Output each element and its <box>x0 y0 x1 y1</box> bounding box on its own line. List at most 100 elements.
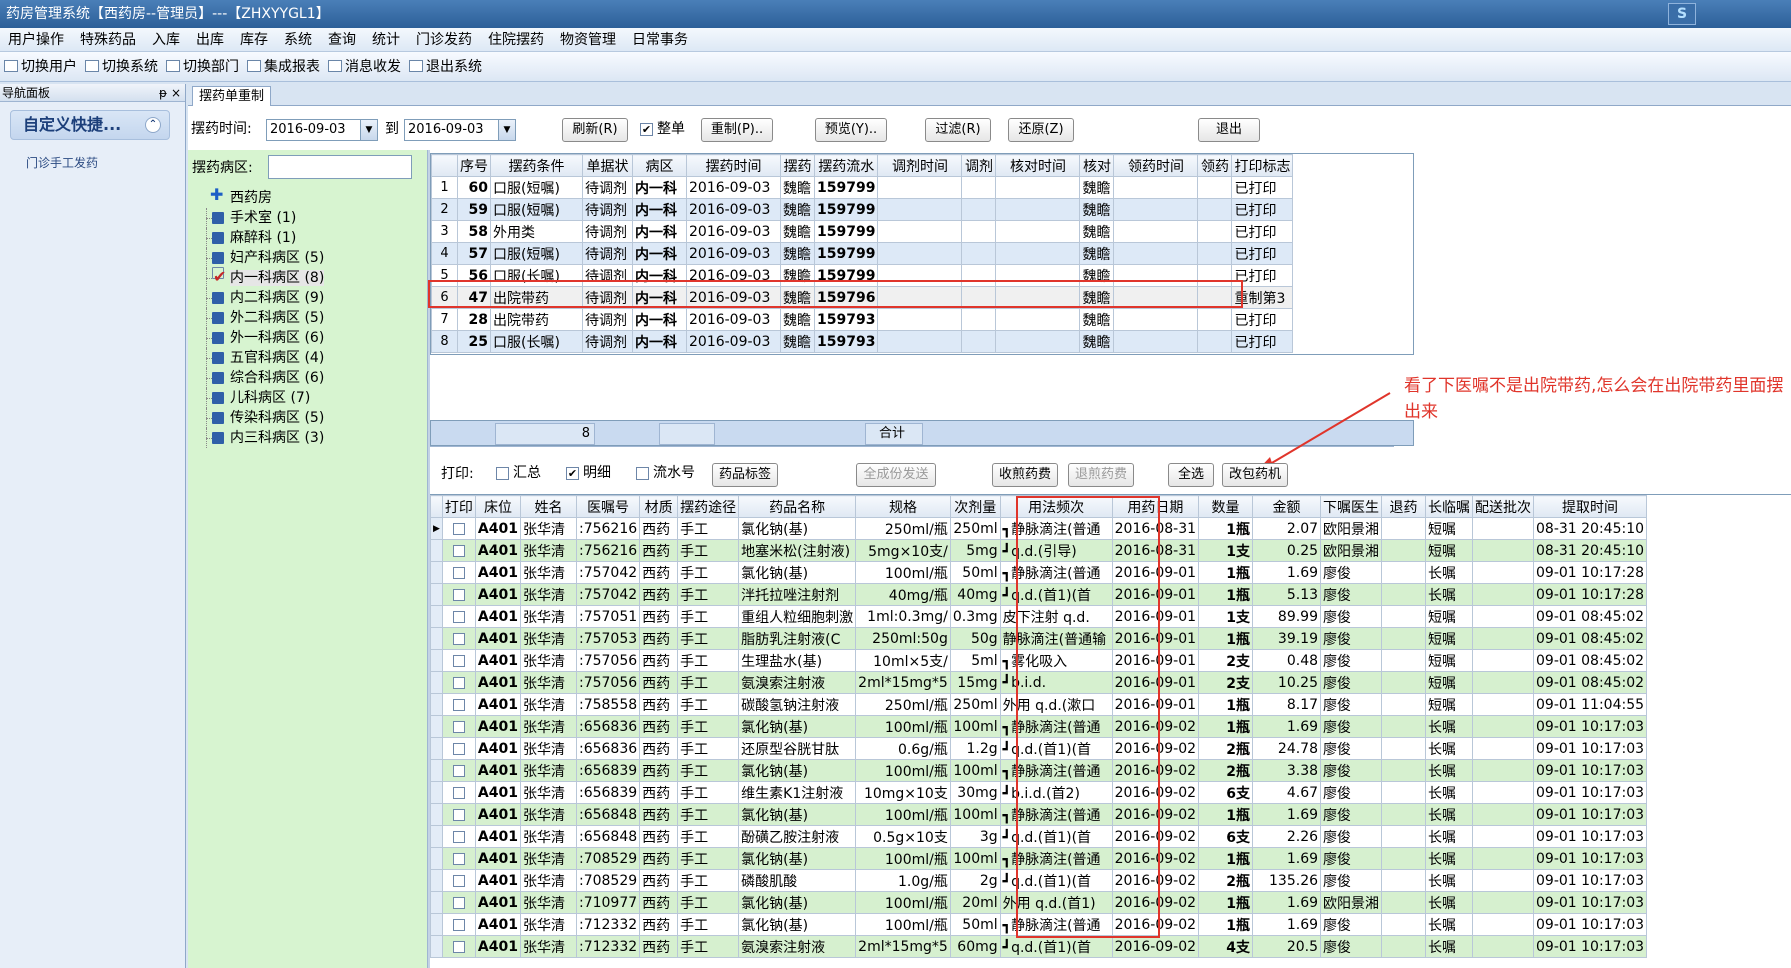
toolbar-item-5[interactable]: 退出系统 <box>405 52 486 82</box>
column-header[interactable]: 次剂量 <box>949 495 1001 518</box>
column-header[interactable]: 摆药流水 <box>813 154 879 177</box>
tree-item[interactable]: 综合科病区 (6) <box>194 368 424 388</box>
menu-item-2[interactable]: 入库 <box>144 28 188 52</box>
table-row[interactable]: A401 张华清:712332 西药 手工 氨溴索注射液 2ml*15mg*5 60mg ┛q… <box>430 935 1648 958</box>
tree-item[interactable]: 外二科病区 (5) <box>194 308 424 328</box>
drug-label-button[interactable]: 药品标签 <box>712 463 778 487</box>
nav-item-outpatient-dispense[interactable]: 门诊手工发药 <box>26 154 98 171</box>
column-header[interactable]: 调剂时间 <box>877 154 963 177</box>
quick-group-header[interactable]: 自定义快捷... ⌃ <box>10 110 170 140</box>
tree-item[interactable]: 儿科病区 (7) <box>194 388 424 408</box>
column-header[interactable]: 打印 <box>441 495 476 518</box>
menu-item-9[interactable]: 住院摆药 <box>480 28 552 52</box>
maximize-icon[interactable] <box>1729 5 1765 23</box>
column-header[interactable]: 长临嘱 <box>1425 495 1474 518</box>
menu-item-3[interactable]: 出库 <box>188 28 232 52</box>
column-header[interactable]: 核对 <box>1079 154 1115 177</box>
column-header[interactable]: 退药 <box>1381 495 1427 518</box>
menu-item-4[interactable]: 库存 <box>232 28 276 52</box>
filter-button[interactable]: 过滤(R) <box>925 118 991 142</box>
minimize-icon[interactable] <box>1693 5 1729 23</box>
remake-button[interactable]: 重制(P).. <box>701 118 773 142</box>
menu-item-7[interactable]: 统计 <box>364 28 408 52</box>
pin-icon[interactable]: ᵽ <box>159 84 167 102</box>
column-header[interactable]: 打印标志 <box>1231 154 1294 177</box>
chevron-down-icon[interactable]: ▼ <box>498 120 515 140</box>
tree-item[interactable]: 传染科病区 (5) <box>194 408 424 428</box>
column-header[interactable]: 床位 <box>474 495 521 518</box>
menu-item-10[interactable]: 物资管理 <box>552 28 624 52</box>
whole-order-checkbox[interactable]: ✔ <box>640 123 653 136</box>
table-row[interactable]: 7 28 出院带药 待调剂 内一科 2016-09-03 魏瞻 159793 魏瞻 已打印 <box>431 308 1294 331</box>
date-to-picker[interactable]: 2016-09-03 ▼ <box>404 119 516 141</box>
column-header[interactable]: 调剂 <box>961 154 997 177</box>
menu-item-6[interactable]: 查询 <box>320 28 364 52</box>
close-icon[interactable]: × <box>171 84 181 102</box>
column-header[interactable]: 摆药 <box>780 154 815 177</box>
column-header[interactable]: 领药时间 <box>1113 154 1199 177</box>
print-checkbox[interactable] <box>441 935 476 958</box>
print-checkbox[interactable] <box>441 781 476 804</box>
column-header[interactable]: 规格 <box>855 495 951 518</box>
toolbar-item-3[interactable]: 集成报表 <box>243 52 324 82</box>
column-header[interactable]: 姓名 <box>519 495 577 518</box>
column-header[interactable]: 金额 <box>1252 495 1322 518</box>
tree-item[interactable]: 内三科病区 (3) <box>194 428 424 448</box>
refund-decoction-fee-button[interactable]: 退煎药费 <box>1068 463 1134 487</box>
print-checkbox[interactable] <box>441 649 476 672</box>
toolbar-item-4[interactable]: 消息收发 <box>324 52 405 82</box>
tree-item[interactable]: 外一科病区 (6) <box>194 328 424 348</box>
toolbar-item-0[interactable]: 切换用户 <box>0 52 81 82</box>
table-row[interactable]: 4 57 口服(短嘱) 待调剂 内一科 2016-09-03 魏瞻 159799 魏瞻 已打印 <box>431 242 1294 265</box>
tree-item[interactable]: 内二科病区 (9) <box>194 288 424 308</box>
toolbar-item-2[interactable]: 切换部门 <box>162 52 243 82</box>
column-header[interactable]: 摆药条件 <box>490 154 583 177</box>
chevron-down-icon[interactable]: ▼ <box>360 120 377 140</box>
menu-item-0[interactable]: 用户操作 <box>0 28 72 52</box>
refresh-button[interactable]: 刷新(R) <box>562 118 628 142</box>
print-checkbox[interactable] <box>441 869 476 892</box>
print-checkbox[interactable] <box>441 539 476 562</box>
column-header[interactable]: 提取时间 <box>1533 495 1648 518</box>
select-all-button[interactable]: 全选 <box>1168 463 1214 487</box>
serial-checkbox[interactable] <box>636 467 649 480</box>
date-from-picker[interactable]: 2016-09-03 ▼ <box>266 119 378 141</box>
column-header[interactable]: 单据状 <box>582 154 633 177</box>
column-header[interactable]: 摆药途径 <box>677 495 740 518</box>
print-checkbox[interactable] <box>441 847 476 870</box>
print-checkbox[interactable] <box>441 517 476 540</box>
column-header[interactable]: 配送批次 <box>1472 495 1535 518</box>
tree-item[interactable]: 麻醉科 (1) <box>194 228 424 248</box>
column-header[interactable]: 医嘱号 <box>575 495 641 518</box>
print-checkbox[interactable] <box>441 803 476 826</box>
tree-item[interactable]: ✔ 内一科病区 (8) <box>194 267 424 288</box>
column-header[interactable]: 领药 <box>1197 154 1233 177</box>
change-packer-button[interactable]: 改包药机 <box>1222 463 1288 487</box>
column-header[interactable]: 序号 <box>457 154 491 177</box>
column-header[interactable]: 摆药时间 <box>686 154 781 177</box>
table-row[interactable]: 3 58 外用类 待调剂 内一科 2016-09-03 魏瞻 159799 魏瞻 已打印 <box>431 220 1294 243</box>
tree-item[interactable]: 妇产科病区 (5) <box>194 248 424 268</box>
print-checkbox[interactable] <box>441 759 476 782</box>
print-checkbox[interactable] <box>441 583 476 606</box>
tree-item[interactable]: 手术室 (1) <box>194 208 424 228</box>
column-header[interactable]: 病区 <box>632 154 687 177</box>
menu-item-5[interactable]: 系统 <box>276 28 320 52</box>
print-checkbox[interactable] <box>441 891 476 914</box>
table-row[interactable]: 2 59 口服(短嘱) 待调剂 内一科 2016-09-03 魏瞻 159799 魏瞻 已打印 <box>431 198 1294 221</box>
column-header[interactable]: 数量 <box>1198 495 1254 518</box>
send-components-button[interactable]: 全成份发送 <box>856 463 936 487</box>
column-header[interactable]: 下嘱医生 <box>1320 495 1383 518</box>
print-checkbox[interactable] <box>441 715 476 738</box>
collapse-icon[interactable]: ⌃ <box>145 117 161 133</box>
table-row[interactable]: 8 25 口服(长嘱) 待调剂 内一科 2016-09-03 魏瞻 159793 魏瞻 已打印 <box>431 330 1294 353</box>
preview-button[interactable]: 预览(Y).. <box>815 118 887 142</box>
tree-root[interactable]: ✚ 西药房 <box>194 187 424 208</box>
tab-dispense-remake[interactable]: 摆药单重制 <box>192 86 272 106</box>
ward-input[interactable] <box>268 155 412 179</box>
column-header[interactable]: 药品名称 <box>738 495 857 518</box>
menu-item-11[interactable]: 日常事务 <box>624 28 696 52</box>
print-checkbox[interactable] <box>441 737 476 760</box>
menu-item-1[interactable]: 特殊药品 <box>72 28 144 52</box>
print-checkbox[interactable] <box>441 605 476 628</box>
